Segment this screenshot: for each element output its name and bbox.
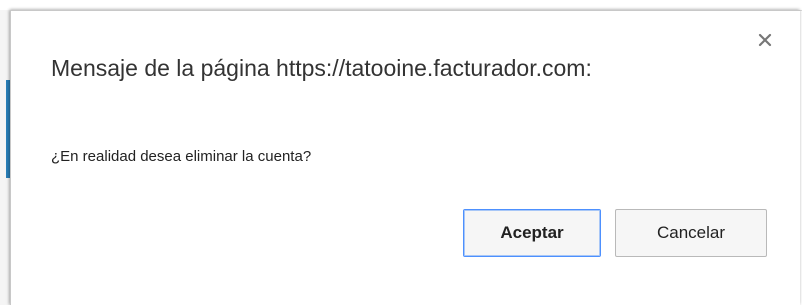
dialog-title: Mensaje de la página https://tatooine.fa… xyxy=(51,55,592,81)
close-icon-glyph xyxy=(758,33,772,47)
alert-dialog: Mensaje de la página https://tatooine.fa… xyxy=(10,10,800,305)
cancel-button[interactable]: Cancelar xyxy=(615,209,767,257)
close-icon[interactable] xyxy=(756,31,774,49)
page: Mensaje de la página https://tatooine.fa… xyxy=(0,0,802,305)
accept-button[interactable]: Aceptar xyxy=(463,209,601,257)
dialog-message: ¿En realidad desea eliminar la cuenta? xyxy=(51,148,312,165)
